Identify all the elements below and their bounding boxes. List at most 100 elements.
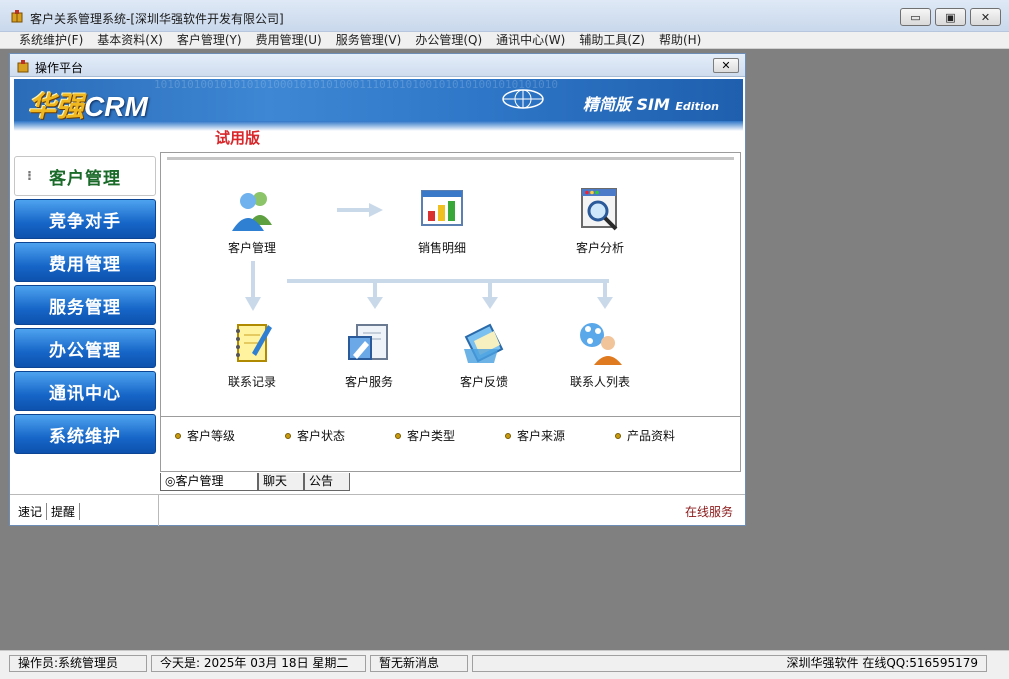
bullet-icon	[395, 432, 401, 439]
tab-announcement[interactable]: 公告	[304, 473, 350, 491]
tab-chat[interactable]: 聊天	[258, 473, 304, 491]
bar-chart-icon	[421, 190, 463, 226]
customers-icon	[232, 192, 272, 231]
reminder-button[interactable]: 提醒	[47, 503, 81, 520]
flow-label: 联系人列表	[569, 375, 630, 389]
nav-item-label: 竞争对手	[49, 211, 121, 232]
arrow-down-icon	[245, 261, 261, 311]
minimize-icon: ▭	[910, 10, 921, 24]
menu-basic-data[interactable]: 基本资料(X)	[90, 32, 170, 48]
magnifier-analysis-icon	[581, 188, 618, 231]
nav-item-competitors[interactable]: 竞争对手	[14, 199, 156, 239]
maximize-icon: ▣	[945, 10, 956, 24]
link-customer-status[interactable]: 客户状态	[285, 427, 395, 444]
nav-item-service-management[interactable]: 服务管理	[14, 285, 156, 325]
close-icon: ✕	[721, 59, 731, 72]
bullet-icon	[175, 432, 181, 439]
flow-label: 销售明细	[417, 241, 466, 255]
flow-customer-feedback[interactable]: 客户反馈	[439, 319, 529, 390]
bullet-icon	[615, 432, 621, 439]
arrow-branch-icon	[287, 279, 613, 309]
close-button[interactable]: ✕	[970, 8, 1001, 26]
nav-item-office-management[interactable]: 办公管理	[14, 328, 156, 368]
flow-label: 客户反馈	[459, 375, 508, 389]
menu-customer-management[interactable]: 客户管理(Y)	[170, 32, 249, 48]
logo-cn: 华强	[28, 91, 85, 121]
service-document-icon	[348, 324, 388, 360]
link-label: 产品资料	[627, 429, 676, 443]
platform-icon	[17, 60, 29, 73]
operation-platform-window: 操作平台 ✕ 101010100101010101000101010100011…	[9, 53, 746, 526]
window-title: 客户关系管理系统-[深圳华强软件开发有限公司]	[30, 12, 284, 26]
quick-note-button[interactable]: 速记	[14, 503, 48, 520]
menu-system-maintenance[interactable]: 系统维护(F)	[12, 32, 90, 48]
link-customer-source[interactable]: 客户来源	[505, 427, 615, 444]
child-close-button[interactable]: ✕	[713, 58, 739, 73]
app-icon	[11, 10, 23, 23]
flow-customer-analysis[interactable]: 客户分析	[555, 185, 645, 256]
crm-banner: 1010101001010101010001010101000111010101…	[14, 79, 743, 121]
nav-item-label: 客户管理	[48, 168, 121, 189]
nav-item-label: 办公管理	[49, 340, 121, 361]
edition-sub: Edition	[675, 100, 719, 113]
link-product-data[interactable]: 产品资料	[615, 427, 725, 444]
banner-binary-pattern: 1010101001010101010001010101000111010101…	[154, 79, 558, 91]
tab-customer-management[interactable]: ◎客户管理	[160, 473, 258, 491]
link-label: 客户类型	[407, 429, 456, 443]
window-titlebar: 客户关系管理系统-[深圳华强软件开发有限公司] ▭ ▣ ✕	[0, 0, 1009, 32]
bullet-icon	[505, 432, 511, 439]
flow-label: 客户服务	[344, 375, 393, 389]
menu-communication-center[interactable]: 通讯中心(W)	[489, 32, 572, 48]
flow-contact-records[interactable]: 联系记录	[207, 319, 297, 390]
close-icon: ✕	[980, 10, 991, 24]
nav-dots-icon: ⁝	[27, 168, 33, 184]
flow-contact-list[interactable]: 联系人列表	[555, 319, 645, 390]
child-bottom-bar: 速记 提醒 在线服务	[10, 494, 745, 526]
bullet-icon	[285, 432, 291, 439]
left-navigation: ⁝ 客户管理 竞争对手 费用管理 服务管理 办公管理 通讯中心 系统维护	[14, 152, 156, 492]
crm-logo: 华强CRM	[28, 85, 148, 121]
menu-bar: 系统维护(F) 基本资料(X) 客户管理(Y) 费用管理(U) 服务管理(V) …	[0, 32, 1009, 49]
edition-label: 精简版 SIM Edition	[583, 91, 719, 115]
status-contact: 深圳华强软件 在线QQ:516595179	[472, 655, 987, 672]
nav-item-label: 服务管理	[49, 297, 121, 318]
flow-customer-service[interactable]: 客户服务	[324, 319, 414, 390]
status-messages: 暂无新消息	[370, 655, 468, 672]
trial-label: 试用版	[215, 129, 261, 147]
nav-item-customer-management[interactable]: ⁝ 客户管理	[14, 156, 156, 196]
child-titlebar: 操作平台 ✕	[10, 54, 745, 77]
menu-expense-management[interactable]: 费用管理(U)	[249, 32, 329, 48]
link-customer-type[interactable]: 客户类型	[395, 427, 505, 444]
nav-item-expense-management[interactable]: 费用管理	[14, 242, 156, 282]
flow-label: 客户分析	[575, 241, 624, 255]
nav-item-label: 系统维护	[49, 426, 121, 447]
nav-item-label: 通讯中心	[49, 383, 121, 404]
content-divider	[167, 157, 734, 160]
menu-service-management[interactable]: 服务管理(V)	[329, 32, 409, 48]
menu-auxiliary-tools[interactable]: 辅助工具(Z)	[572, 32, 652, 48]
quick-links-bar: 客户等级 客户状态 客户类型 客户来源 产品资料	[161, 416, 740, 471]
nav-item-communication-center[interactable]: 通讯中心	[14, 371, 156, 411]
menu-help[interactable]: 帮助(H)	[652, 32, 708, 48]
online-service-link[interactable]: 在线服务	[685, 503, 733, 520]
content-panel: 客户管理 销售明细 客户分析 联系记录 客户服务 客户反馈 联系人列表 客户等级…	[160, 152, 741, 472]
menu-office-management[interactable]: 办公管理(Q)	[408, 32, 489, 48]
link-customer-level[interactable]: 客户等级	[175, 427, 285, 444]
maximize-button[interactable]: ▣	[935, 8, 966, 26]
flow-label: 客户管理	[227, 241, 276, 255]
feedback-folder-icon	[464, 323, 504, 363]
status-operator: 操作员:系统管理员	[9, 655, 147, 672]
notebook-pen-icon	[236, 324, 272, 362]
status-bar: 操作员:系统管理员 今天是: 2025年 03月 18日 星期二 暂无新消息 深…	[0, 650, 1009, 679]
edition-en: SIM	[636, 95, 670, 114]
status-date: 今天是: 2025年 03月 18日 星期二	[151, 655, 366, 672]
child-title: 操作平台	[35, 61, 84, 75]
contact-list-icon	[580, 323, 622, 365]
logo-en: CRM	[84, 91, 148, 121]
flow-sales-detail[interactable]: 销售明细	[397, 185, 487, 256]
nav-item-system-maintenance[interactable]: 系统维护	[14, 414, 156, 454]
flow-customer-management[interactable]: 客户管理	[207, 185, 297, 256]
link-label: 客户状态	[297, 429, 346, 443]
minimize-button[interactable]: ▭	[900, 8, 931, 26]
banner-strip	[14, 121, 743, 148]
